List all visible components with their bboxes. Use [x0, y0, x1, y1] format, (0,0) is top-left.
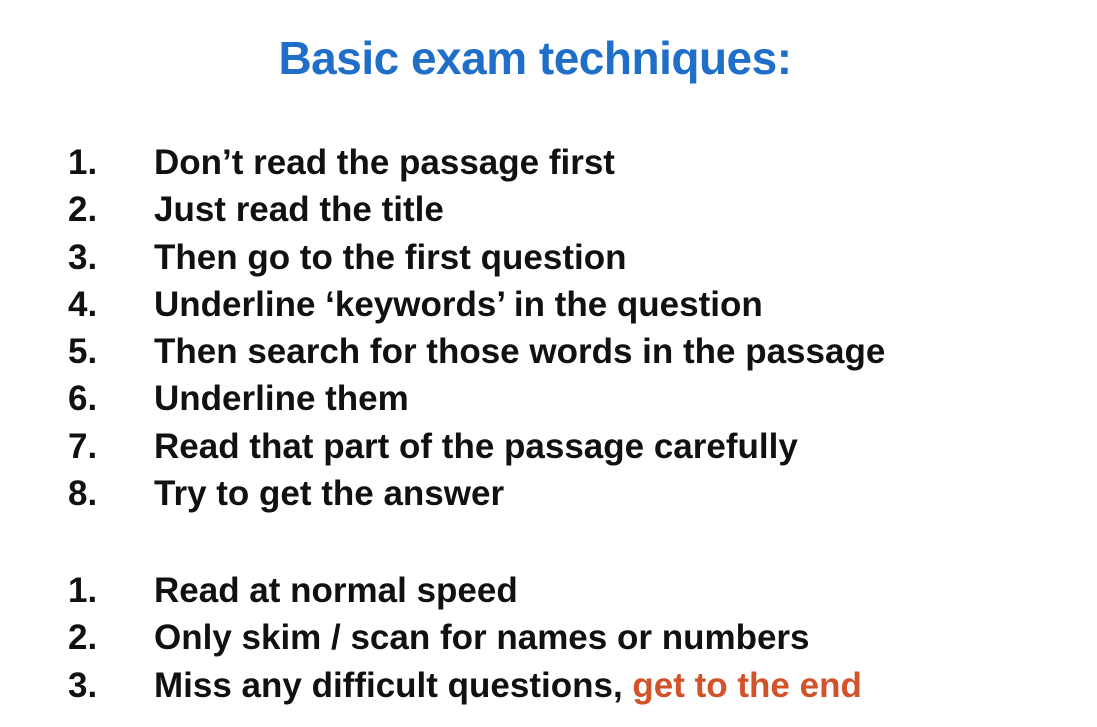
- list-item: 7. Read that part of the passage careful…: [68, 423, 885, 470]
- list-item: 3. Then go to the first question: [68, 234, 885, 281]
- item-text: Only skim / scan for names or numbers: [154, 618, 810, 658]
- item-number: 4.: [68, 284, 98, 324]
- exam-technique-steps: 1. Don’t read the passage first 2. Just …: [68, 139, 885, 517]
- item-text: Then search for those words in the passa…: [154, 332, 886, 372]
- item-number: 2.: [68, 190, 98, 230]
- item-number: 6.: [68, 379, 98, 419]
- list-item: 2. Just read the title: [68, 186, 885, 233]
- item-number: 8.: [68, 474, 98, 514]
- item-text: Read that part of the passage carefully: [154, 426, 798, 466]
- item-text: Then go to the first question: [154, 237, 627, 277]
- item-number: 3.: [68, 665, 98, 705]
- item-number: 1.: [68, 143, 98, 182]
- item-text: Don’t read the passage first: [154, 143, 615, 182]
- list-item: 2. Only skim / scan for names or numbers: [68, 614, 862, 661]
- reading-tips: 1. Read at normal speed 2. Only skim / s…: [68, 567, 862, 709]
- item-text: Underline ‘keywords’ in the question: [154, 284, 763, 324]
- item-text-main: Miss any difficult questions,: [154, 665, 633, 705]
- list-item: 5. Then search for those words in the pa…: [68, 328, 885, 375]
- list-item: 1. Read at normal speed: [68, 567, 862, 614]
- item-number: 7.: [68, 426, 98, 466]
- list-item: 4. Underline ‘keywords’ in the question: [68, 281, 885, 328]
- item-number: 3.: [68, 237, 98, 277]
- item-text: Just read the title: [154, 190, 444, 230]
- slide: Basic exam techniques: 1. Don’t read the…: [0, 0, 1097, 727]
- item-number: 2.: [68, 618, 98, 658]
- item-number: 1.: [68, 571, 98, 610]
- list-item: 6. Underline them: [68, 375, 885, 422]
- item-text: Read at normal speed: [154, 571, 518, 610]
- list-item: 8. Try to get the answer: [68, 470, 885, 517]
- item-text: Try to get the answer: [154, 474, 505, 514]
- item-text: Underline them: [154, 379, 409, 419]
- list-item: 1. Don’t read the passage first: [68, 139, 885, 186]
- highlighted-text: get to the end: [632, 665, 862, 705]
- slide-title: Basic exam techniques:: [278, 32, 792, 84]
- item-number: 5.: [68, 332, 98, 372]
- list-item: 3. Miss any difficult questions, get to …: [68, 662, 862, 709]
- item-text: Miss any difficult questions, get to the…: [154, 662, 862, 709]
